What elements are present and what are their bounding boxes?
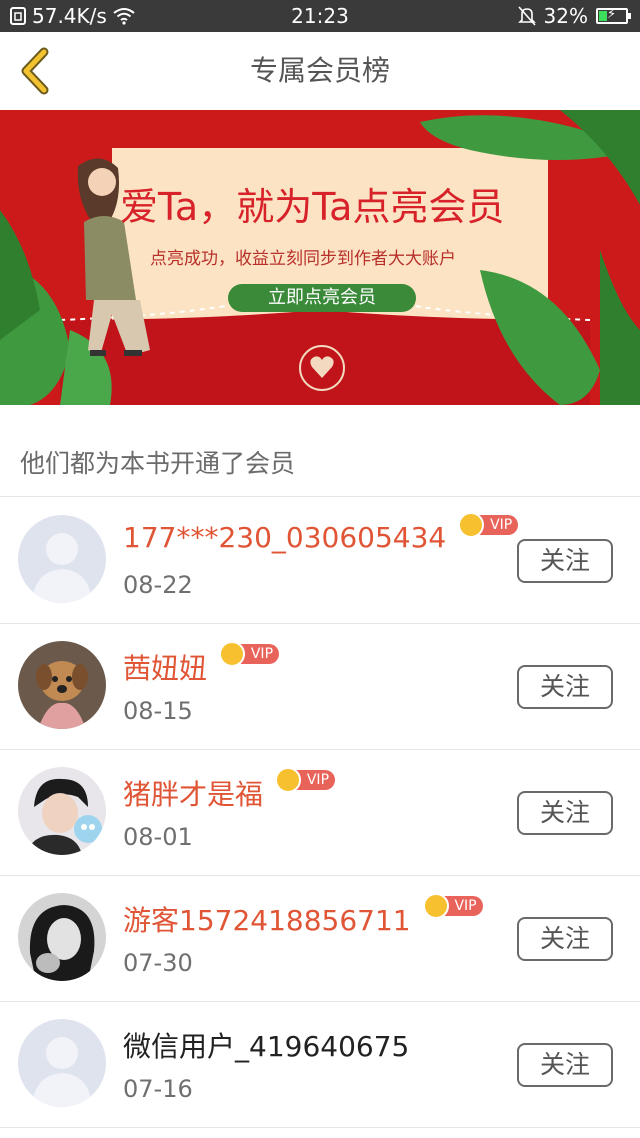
member-date: 08-22 [123,571,193,599]
battery-fill [599,11,607,21]
follow-button[interactable]: 关注 [517,539,613,583]
member-name: 猪胖才是福 [123,778,264,811]
follow-button[interactable]: 关注 [517,917,613,961]
back-arrow-icon[interactable] [14,46,58,96]
avatar[interactable] [18,515,106,603]
charging-bolt-icon: ⚡ [607,7,617,22]
vip-badge: VIP [422,893,483,919]
vip-badge: VIP [458,511,519,538]
member-name-wrap: 游客1572418856711 VIP [123,893,483,939]
avatar[interactable] [18,893,106,981]
banner-subtitle: 点亮成功，收益立刻同步到作者大大账户 [150,249,456,269]
crown-icon [219,641,246,667]
member-row[interactable]: 游客1572418856711 VIP 07-30 关注 [0,875,640,1001]
follow-button[interactable]: 关注 [517,791,613,835]
divider [0,1127,640,1128]
follow-button[interactable]: 关注 [517,665,613,709]
crown-icon [422,893,449,919]
crown-icon [458,511,485,538]
crown-icon [275,767,302,793]
app-header: 专属会员榜 [0,32,640,110]
member-row[interactable]: 177***230_030605434 VIP 08-22 关注 [0,497,640,623]
member-name-wrap: 猪胖才是福 VIP [123,767,336,813]
member-name: 微信用户_419640675 [123,1030,410,1063]
status-right: 32% ⚡ [517,4,631,28]
avatar[interactable] [18,641,106,729]
member-name-wrap: 微信用户_419640675 [123,1025,409,1065]
member-name-wrap: 茜妞妞 VIP [123,641,280,687]
member-date: 08-15 [123,697,193,725]
battery-icon: ⚡ [596,7,631,24]
promo-banner[interactable]: 爱Ta，就为Ta点亮会员 点亮成功，收益立刻同步到作者大大账户 立即点亮会员 [0,110,640,405]
member-row[interactable]: 猪胖才是福 VIP 08-01 关注 [0,749,640,875]
member-name: 茜妞妞 [123,652,208,685]
avatar[interactable] [18,1019,106,1107]
member-name-wrap: 177***230_030605434 VIP [123,511,519,554]
avatar[interactable] [18,767,106,855]
vip-badge: VIP [219,641,280,667]
member-row[interactable]: 微信用户_419640675 07-16 关注 [0,1001,640,1127]
section-title: 他们都为本书开通了会员 [20,449,296,478]
member-date: 08-01 [123,823,193,851]
member-date: 07-16 [123,1075,193,1103]
battery-percent: 32% [543,4,588,28]
vip-badge: VIP [275,767,336,793]
status-bar: 57.4K/s 21:23 32% ⚡ [0,0,640,32]
banner-cta-button[interactable]: 立即点亮会员 [228,284,416,312]
member-name: 游客1572418856711 [123,904,411,937]
banner-headline: 爱Ta，就为Ta点亮会员 [120,185,505,229]
follow-button[interactable]: 关注 [517,1043,613,1087]
member-name: 177***230_030605434 [123,521,447,554]
member-row[interactable]: 茜妞妞 VIP 08-15 关注 [0,623,640,749]
member-date: 07-30 [123,949,193,977]
page-title: 专属会员榜 [249,54,390,87]
silent-bell-icon [517,6,536,26]
